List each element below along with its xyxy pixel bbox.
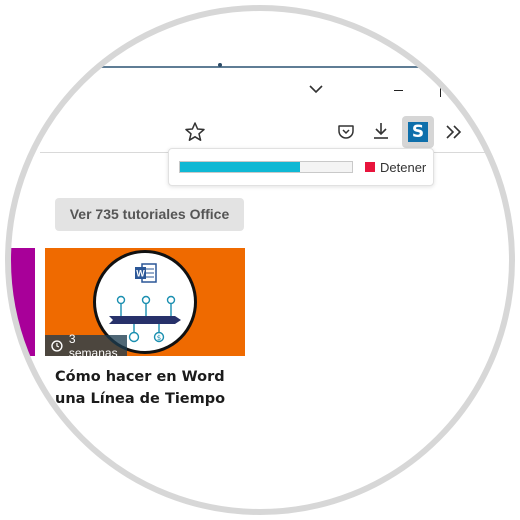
word-icon: W <box>134 263 158 283</box>
time-badge: 3 semanas <box>45 332 127 360</box>
svg-text:$: $ <box>157 334 161 342</box>
stop-square-icon <box>365 162 375 172</box>
progress-bar <box>179 161 353 173</box>
minimize-button[interactable] <box>390 80 410 100</box>
side-card-thumbnail[interactable] <box>0 248 35 356</box>
stop-label: Detener <box>380 159 427 175</box>
pocket-icon[interactable] <box>336 122 356 142</box>
svg-text:W: W <box>136 269 145 279</box>
chevron-down-icon[interactable] <box>304 80 328 100</box>
download-popup: Detener <box>168 148 434 186</box>
s-extension-icon: S <box>408 122 428 142</box>
card-title[interactable]: Cómo hacer en Word una Línea de Tiempo <box>55 366 255 410</box>
more-tutorials-button[interactable]: Ver 735 tutoriales Office <box>55 198 244 231</box>
progress-fill <box>180 162 301 172</box>
star-icon[interactable] <box>183 120 207 144</box>
double-chevron-icon[interactable] <box>442 120 466 144</box>
browser-window: S Detener Ver 735 tutoriales Office W $ … <box>0 0 520 520</box>
stop-button[interactable]: Detener <box>365 159 426 175</box>
titlebar-edge <box>90 66 430 68</box>
download-icon[interactable] <box>370 120 392 142</box>
titlebar-dot <box>218 63 222 67</box>
s-extension-button[interactable]: S <box>402 116 434 148</box>
clock-icon <box>51 339 63 352</box>
maximize-button[interactable] <box>436 82 453 97</box>
time-label: 3 semanas <box>68 331 118 360</box>
